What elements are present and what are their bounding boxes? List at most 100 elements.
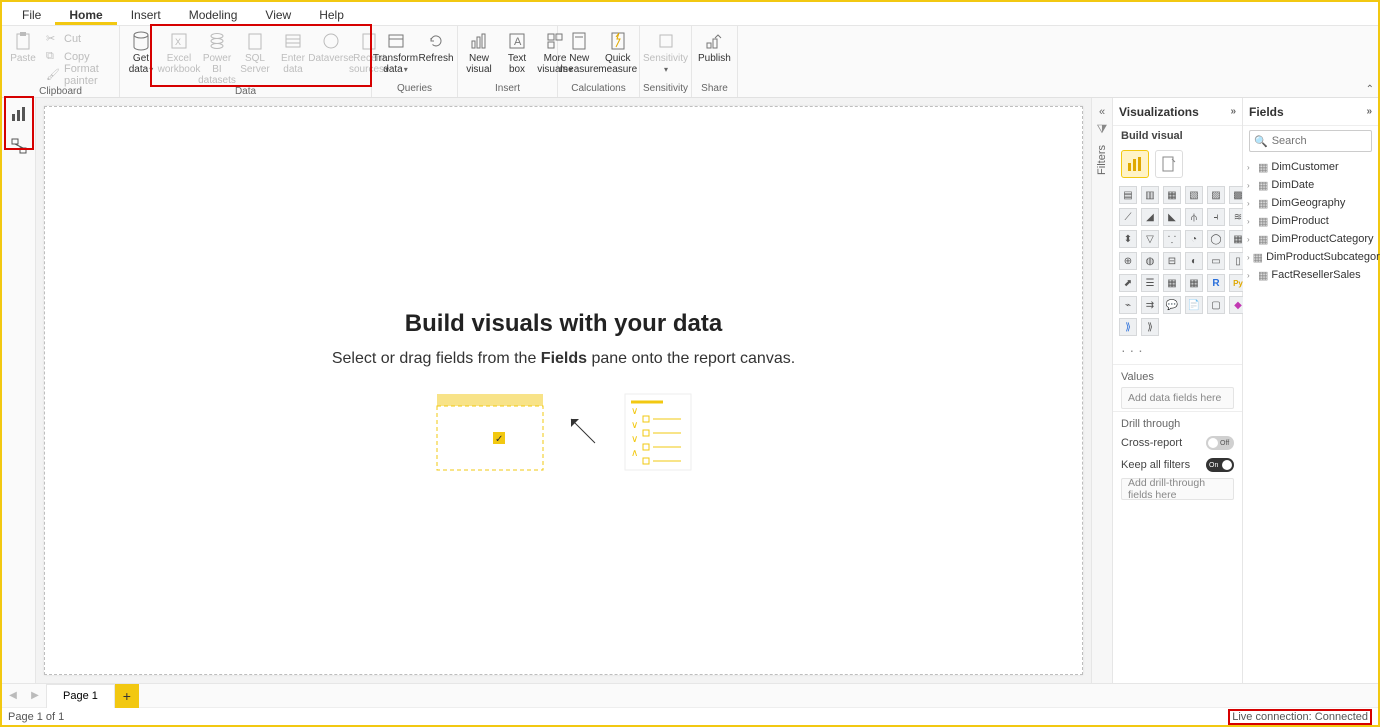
table-icon: ▦ <box>1258 269 1268 282</box>
prev-page-button[interactable]: ◀ <box>2 685 24 707</box>
pbi-datasets-icon <box>205 30 229 52</box>
viz-funnel[interactable]: ▽ <box>1141 230 1159 248</box>
table-row[interactable]: ›▦DimProductSubcategory <box>1247 248 1374 266</box>
viz-more-button[interactable]: · · · <box>1113 342 1242 364</box>
viz-key-influencers[interactable]: ⌁ <box>1119 296 1137 314</box>
collapse-viz-button[interactable]: » <box>1230 106 1236 117</box>
values-drop[interactable]: Add data fields here <box>1121 387 1234 409</box>
search-input[interactable] <box>1272 135 1367 147</box>
ribbon: Paste ✂Cut ⧉Copy 🖌Format painter Clipboa… <box>2 26 1378 98</box>
viz-stacked-area[interactable]: ◣ <box>1163 208 1181 226</box>
table-row[interactable]: ›▦DimGeography <box>1247 194 1374 212</box>
viz-get-more[interactable]: ⟫ <box>1141 318 1159 336</box>
viz-area[interactable]: ◢ <box>1141 208 1159 226</box>
expand-filters-button[interactable]: « <box>1099 106 1105 118</box>
add-page-button[interactable]: + <box>115 684 139 708</box>
viz-decomposition[interactable]: ⇉ <box>1141 296 1159 314</box>
enter-data-button[interactable]: Enter data <box>274 28 312 75</box>
viz-powerautomate[interactable]: ⟫ <box>1119 318 1137 336</box>
menu-view[interactable]: View <box>251 4 305 25</box>
textbox-icon: A <box>505 30 529 52</box>
new-measure-button[interactable]: New measure <box>560 28 599 75</box>
text-box-button[interactable]: AText box <box>498 28 536 75</box>
excel-workbook-button[interactable]: XExcel workbook <box>160 28 198 75</box>
transform-data-button[interactable]: Transform data▾ <box>374 28 417 75</box>
pbi-datasets-button[interactable]: Power BI datasets <box>198 28 236 86</box>
cut-button[interactable]: ✂Cut <box>46 30 113 48</box>
viz-slicer[interactable]: ☰ <box>1141 274 1159 292</box>
sql-server-button[interactable]: SQL Server <box>236 28 274 75</box>
search-box[interactable]: 🔍 <box>1249 130 1372 152</box>
viz-donut[interactable]: ◯ <box>1207 230 1225 248</box>
refresh-button[interactable]: Refresh <box>417 28 455 64</box>
build-visual-mode-button[interactable] <box>1121 150 1149 178</box>
next-page-button[interactable]: ▶ <box>24 685 46 707</box>
copy-icon: ⧉ <box>46 50 60 64</box>
quick-measure-button[interactable]: Quick measure <box>599 28 638 75</box>
database-icon <box>129 30 153 52</box>
keep-filters-toggle[interactable]: On <box>1206 458 1234 472</box>
table-row[interactable]: ›▦DimDate <box>1247 176 1374 194</box>
format-visual-mode-button[interactable] <box>1155 150 1183 178</box>
search-icon: 🔍 <box>1254 135 1268 148</box>
table-row[interactable]: ›▦FactResellerSales <box>1247 266 1374 284</box>
table-row[interactable]: ›▦DimProduct <box>1247 212 1374 230</box>
menu-file[interactable]: File <box>8 4 55 25</box>
table-icon: ▦ <box>1258 197 1268 210</box>
viz-100-bar[interactable]: ▨ <box>1207 186 1225 204</box>
page-tab-1[interactable]: Page 1 <box>46 684 115 708</box>
viz-filled-map[interactable]: ◍ <box>1141 252 1159 270</box>
viz-waterfall[interactable]: ⬍ <box>1119 230 1137 248</box>
workspace: Build visuals with your data Select or d… <box>2 98 1378 683</box>
collapse-fields-button[interactable]: » <box>1366 106 1372 117</box>
new-visual-button[interactable]: New visual <box>460 28 498 75</box>
status-bar: Page 1 of 1 Live connection: Connected <box>2 707 1378 725</box>
sensitivity-button[interactable]: Sensitivity▾ <box>642 28 689 75</box>
report-view-button[interactable] <box>9 104 29 124</box>
viz-kpi[interactable]: ⬈ <box>1119 274 1137 292</box>
viz-card[interactable]: ▭ <box>1207 252 1225 270</box>
fields-table-list: ›▦DimCustomer ›▦DimDate ›▦DimGeography ›… <box>1243 156 1378 286</box>
viz-clustered-bar[interactable]: ▦ <box>1163 186 1181 204</box>
drill-drop[interactable]: Add drill-through fields here <box>1121 478 1234 500</box>
get-data-button[interactable]: Get data▾ <box>122 28 160 75</box>
menu-help[interactable]: Help <box>305 4 358 25</box>
drill-label: Drill through <box>1113 411 1242 432</box>
viz-map[interactable]: ⊕ <box>1119 252 1137 270</box>
viz-clustered-column[interactable]: ▧ <box>1185 186 1203 204</box>
format-painter-button[interactable]: 🖌Format painter <box>46 66 113 84</box>
table-row[interactable]: ›▦DimProductCategory <box>1247 230 1374 248</box>
viz-stacked-bar[interactable]: ▤ <box>1119 186 1137 204</box>
viz-title: Visualizations <box>1119 105 1199 119</box>
viz-line[interactable]: ⟋ <box>1119 208 1137 226</box>
viz-r[interactable]: R <box>1207 274 1225 292</box>
fields-pane: Fields» 🔍 ›▦DimCustomer ›▦DimDate ›▦DimG… <box>1243 98 1378 683</box>
viz-line-clustered-column[interactable]: ⫞ <box>1207 208 1225 226</box>
viz-gauge[interactable]: ◐ <box>1185 252 1203 270</box>
viz-line-stacked-column[interactable]: ⫛ <box>1185 208 1203 226</box>
cross-report-toggle[interactable]: Off <box>1206 436 1234 450</box>
menu-home[interactable]: Home <box>55 4 116 25</box>
viz-narrative[interactable]: 📄 <box>1185 296 1203 314</box>
dataverse-button[interactable]: Dataverse <box>312 28 350 64</box>
viz-azure-map[interactable]: ⊟ <box>1163 252 1181 270</box>
viz-paginated[interactable]: ▢ <box>1207 296 1225 314</box>
collapse-ribbon-button[interactable]: ⌃ <box>1366 84 1374 95</box>
viz-pie[interactable]: ◔ <box>1185 230 1203 248</box>
visual-type-grid: ▤ ▥ ▦ ▧ ▨ ▩ ⟋ ◢ ◣ ⫛ ⫞ ≋ ⬍ ▽ ⸪ ◔ ◯ ▦ ⊕ ◍ … <box>1113 186 1242 342</box>
viz-table[interactable]: ▦ <box>1163 274 1181 292</box>
paste-button[interactable]: Paste <box>4 28 42 64</box>
viz-qa[interactable]: 💬 <box>1163 296 1181 314</box>
viz-scatter[interactable]: ⸪ <box>1163 230 1181 248</box>
viz-stacked-column[interactable]: ▥ <box>1141 186 1159 204</box>
build-visual-label: Build visual <box>1113 126 1242 146</box>
table-row[interactable]: ›▦DimCustomer <box>1247 158 1374 176</box>
canvas-subtitle: Select or drag fields from the Fields pa… <box>332 350 795 368</box>
menu-modeling[interactable]: Modeling <box>175 4 252 25</box>
model-view-button[interactable] <box>9 136 29 156</box>
menu-insert[interactable]: Insert <box>117 4 175 25</box>
canvas-illustration: ✓ ∨ ∨ ∨ ∧ <box>435 392 693 472</box>
viz-matrix[interactable]: ▦ <box>1185 274 1203 292</box>
report-canvas[interactable]: Build visuals with your data Select or d… <box>44 106 1083 675</box>
publish-button[interactable]: Publish <box>694 28 735 64</box>
